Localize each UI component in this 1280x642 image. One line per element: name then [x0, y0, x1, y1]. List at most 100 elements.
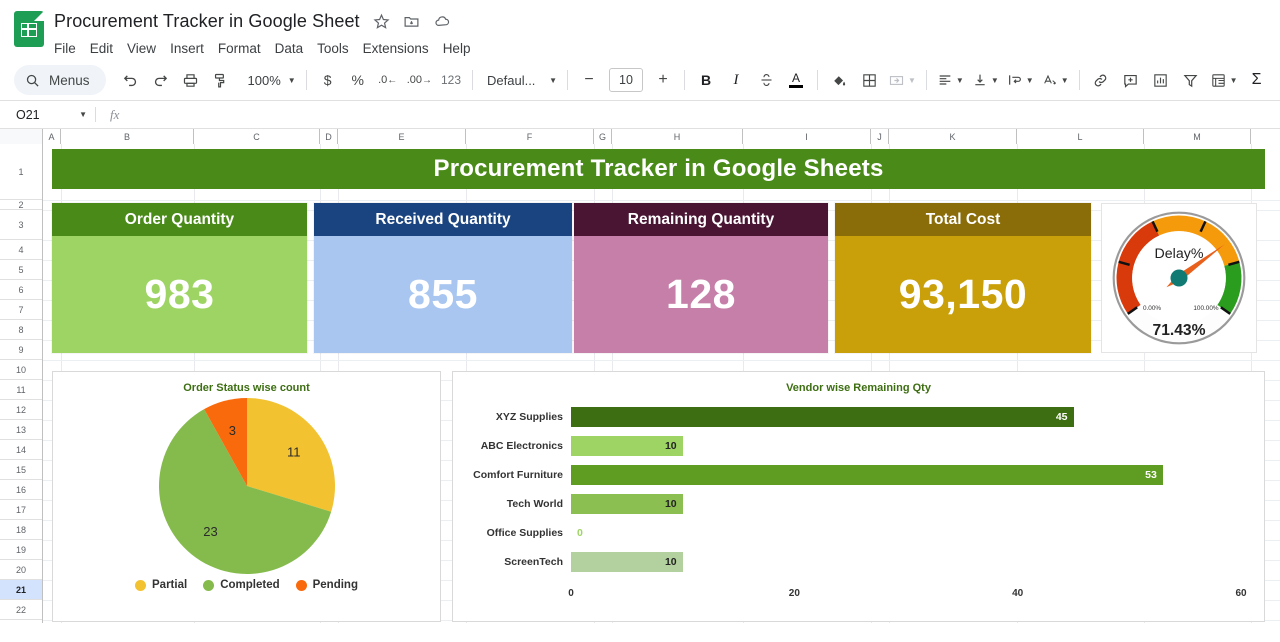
bar-comfort-furniture[interactable]: 53 [571, 464, 1163, 485]
font-family-selector[interactable]: Defaul... ▼ [479, 73, 561, 88]
bar-xyz-supplies[interactable]: 45 [571, 406, 1074, 427]
legend-item-completed[interactable]: Completed [203, 579, 280, 591]
row-header-16[interactable]: 16 [0, 480, 42, 500]
column-header-c[interactable]: C [194, 129, 320, 144]
column-header-e[interactable]: E [338, 129, 466, 144]
insert-chart-button[interactable] [1146, 65, 1176, 95]
insert-comment-button[interactable] [1116, 65, 1146, 95]
row-header-19[interactable]: 19 [0, 540, 42, 560]
decrease-font-size-button[interactable]: − [574, 65, 604, 95]
menu-item-edit[interactable]: Edit [90, 41, 113, 56]
row-header-2[interactable]: 2 [0, 200, 42, 210]
more-formats-button[interactable]: 123 [436, 65, 466, 95]
currency-format-button[interactable]: $ [313, 65, 343, 95]
row-header-10[interactable]: 10 [0, 360, 42, 380]
strikethrough-button[interactable] [751, 65, 781, 95]
redo-button[interactable] [146, 65, 176, 95]
row-header-22[interactable]: 22 [0, 600, 42, 620]
kpi-card-remaining-quantity[interactable]: Remaining Quantity 128 [574, 203, 828, 353]
menu-item-extensions[interactable]: Extensions [363, 41, 429, 56]
sheet-canvas[interactable]: Procurement Tracker in Google Sheets Ord… [43, 144, 1280, 623]
star-icon[interactable] [373, 13, 390, 30]
merge-cells-button[interactable]: ▼ [884, 65, 920, 95]
zoom-control[interactable]: 100% ▼ [240, 65, 300, 95]
row-header-8[interactable]: 8 [0, 320, 42, 340]
kpi-card-order-quantity[interactable]: Order Quantity 983 [52, 203, 307, 353]
menu-item-tools[interactable]: Tools [317, 41, 349, 56]
row-header-15[interactable]: 15 [0, 460, 42, 480]
text-rotation-button[interactable]: ▼ [1038, 65, 1073, 95]
horizontal-align-button[interactable]: ▼ [933, 65, 968, 95]
paint-format-button[interactable] [206, 65, 236, 95]
menu-item-help[interactable]: Help [443, 41, 471, 56]
row-header-7[interactable]: 7 [0, 300, 42, 320]
row-header-14[interactable]: 14 [0, 440, 42, 460]
italic-button[interactable]: I [721, 65, 751, 95]
menu-item-data[interactable]: Data [275, 41, 304, 56]
chevron-down-icon[interactable]: ▼ [79, 110, 87, 119]
increase-font-size-button[interactable]: + [648, 65, 678, 95]
column-header-l[interactable]: L [1017, 129, 1144, 144]
bar-tech-world[interactable]: 10 [571, 493, 683, 514]
row-header-17[interactable]: 17 [0, 500, 42, 520]
row-header-1[interactable]: 1 [0, 144, 42, 200]
column-header-h[interactable]: H [612, 129, 743, 144]
row-header-3[interactable]: 3 [0, 210, 42, 240]
pie-chart-card[interactable]: Order Status wise count 11 23 3 Partial Com… [52, 371, 441, 622]
row-header-21[interactable]: 21 [0, 580, 42, 600]
bar-screentech[interactable]: 10 [571, 551, 683, 572]
text-color-button[interactable]: A [781, 65, 811, 95]
column-header-j[interactable]: J [871, 129, 889, 144]
name-box[interactable]: O21 ▼ [0, 101, 95, 128]
legend-item-pending[interactable]: Pending [295, 579, 358, 591]
select-all-corner[interactable] [0, 129, 43, 144]
kpi-card-total-cost[interactable]: Total Cost 93,150 [835, 203, 1091, 353]
row-header-20[interactable]: 20 [0, 560, 42, 580]
document-title[interactable]: Procurement Tracker in Google Sheet [54, 11, 360, 32]
kpi-card-received-quantity[interactable]: Received Quantity 855 [314, 203, 572, 353]
print-button[interactable] [176, 65, 206, 95]
legend-item-partial[interactable]: Partial [135, 579, 187, 591]
row-header-18[interactable]: 18 [0, 520, 42, 540]
column-header-n[interactable]: N [1251, 129, 1280, 144]
decrease-decimal-button[interactable]: .0 ← [373, 65, 403, 95]
text-wrapping-button[interactable]: ▼ [1003, 65, 1038, 95]
move-to-folder-icon[interactable] [403, 13, 420, 30]
row-header-13[interactable]: 13 [0, 420, 42, 440]
column-header-f[interactable]: F [466, 129, 594, 144]
increase-decimal-button[interactable]: .00 → [403, 65, 436, 95]
column-header-g[interactable]: G [594, 129, 612, 144]
insert-link-button[interactable] [1086, 65, 1116, 95]
row-header-6[interactable]: 6 [0, 280, 42, 300]
font-size-input[interactable]: 10 [609, 68, 643, 92]
menu-item-view[interactable]: View [127, 41, 156, 56]
row-header-9[interactable]: 9 [0, 340, 42, 360]
bar-chart-card[interactable]: Vendor wise Remaining Qty XYZ Supplies 45… [452, 371, 1265, 622]
cloud-saved-icon[interactable] [433, 13, 452, 30]
vertical-align-button[interactable]: ▼ [968, 65, 1003, 95]
row-header-5[interactable]: 5 [0, 260, 42, 280]
menu-item-format[interactable]: Format [218, 41, 261, 56]
undo-button[interactable] [116, 65, 146, 95]
row-header-11[interactable]: 11 [0, 380, 42, 400]
menu-item-insert[interactable]: Insert [170, 41, 204, 56]
gauge-chart-card[interactable]: Delay% 0.00% 100.00% 71.43% [1101, 203, 1257, 353]
column-header-b[interactable]: B [61, 129, 194, 144]
search-menus-button[interactable]: Menus [14, 65, 106, 95]
row-header-12[interactable]: 12 [0, 400, 42, 420]
row-header-4[interactable]: 4 [0, 240, 42, 260]
column-header-i[interactable]: I [743, 129, 871, 144]
fill-color-button[interactable] [824, 65, 854, 95]
bar-abc-electronics[interactable]: 10 [571, 435, 683, 456]
borders-button[interactable] [854, 65, 884, 95]
functions-button[interactable]: ▼ [1206, 65, 1242, 95]
column-header-a[interactable]: A [43, 129, 61, 144]
column-header-d[interactable]: D [320, 129, 338, 144]
percent-format-button[interactable]: % [343, 65, 373, 95]
sigma-button[interactable]: Σ [1242, 65, 1272, 95]
menu-item-file[interactable]: File [54, 41, 76, 56]
create-filter-button[interactable] [1176, 65, 1206, 95]
column-header-m[interactable]: M [1144, 129, 1251, 144]
column-header-k[interactable]: K [889, 129, 1017, 144]
bold-button[interactable]: B [691, 65, 721, 95]
